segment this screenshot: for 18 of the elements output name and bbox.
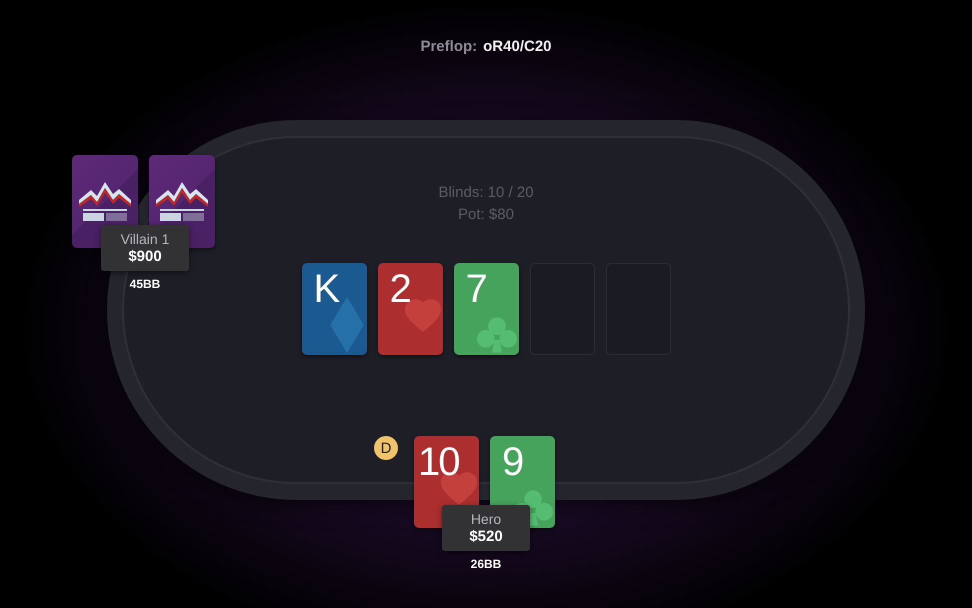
card-rank: K	[314, 267, 340, 311]
street-label: Preflop:	[420, 38, 478, 55]
player-name: Villain 1	[120, 230, 170, 248]
card-rank: 9	[502, 440, 524, 484]
mountain-logo-icon	[77, 180, 133, 224]
player-name: Hero	[470, 510, 502, 528]
mountain-logo-icon	[154, 180, 210, 224]
player-stack: $520	[469, 528, 503, 546]
pot-text: Pot: $80	[458, 205, 514, 225]
card-rank: 10	[418, 440, 458, 484]
big-blinds-count: 26BB	[470, 557, 502, 571]
big-blinds-count: 45BB	[128, 277, 162, 291]
club-icon	[476, 317, 516, 353]
blinds-text: Blinds: 10 / 20	[438, 183, 534, 203]
action-text: oR40/C20	[483, 38, 552, 55]
card-rank: 2	[390, 267, 412, 311]
player-stack: $900	[128, 248, 162, 266]
card-rank: 7	[466, 267, 488, 311]
